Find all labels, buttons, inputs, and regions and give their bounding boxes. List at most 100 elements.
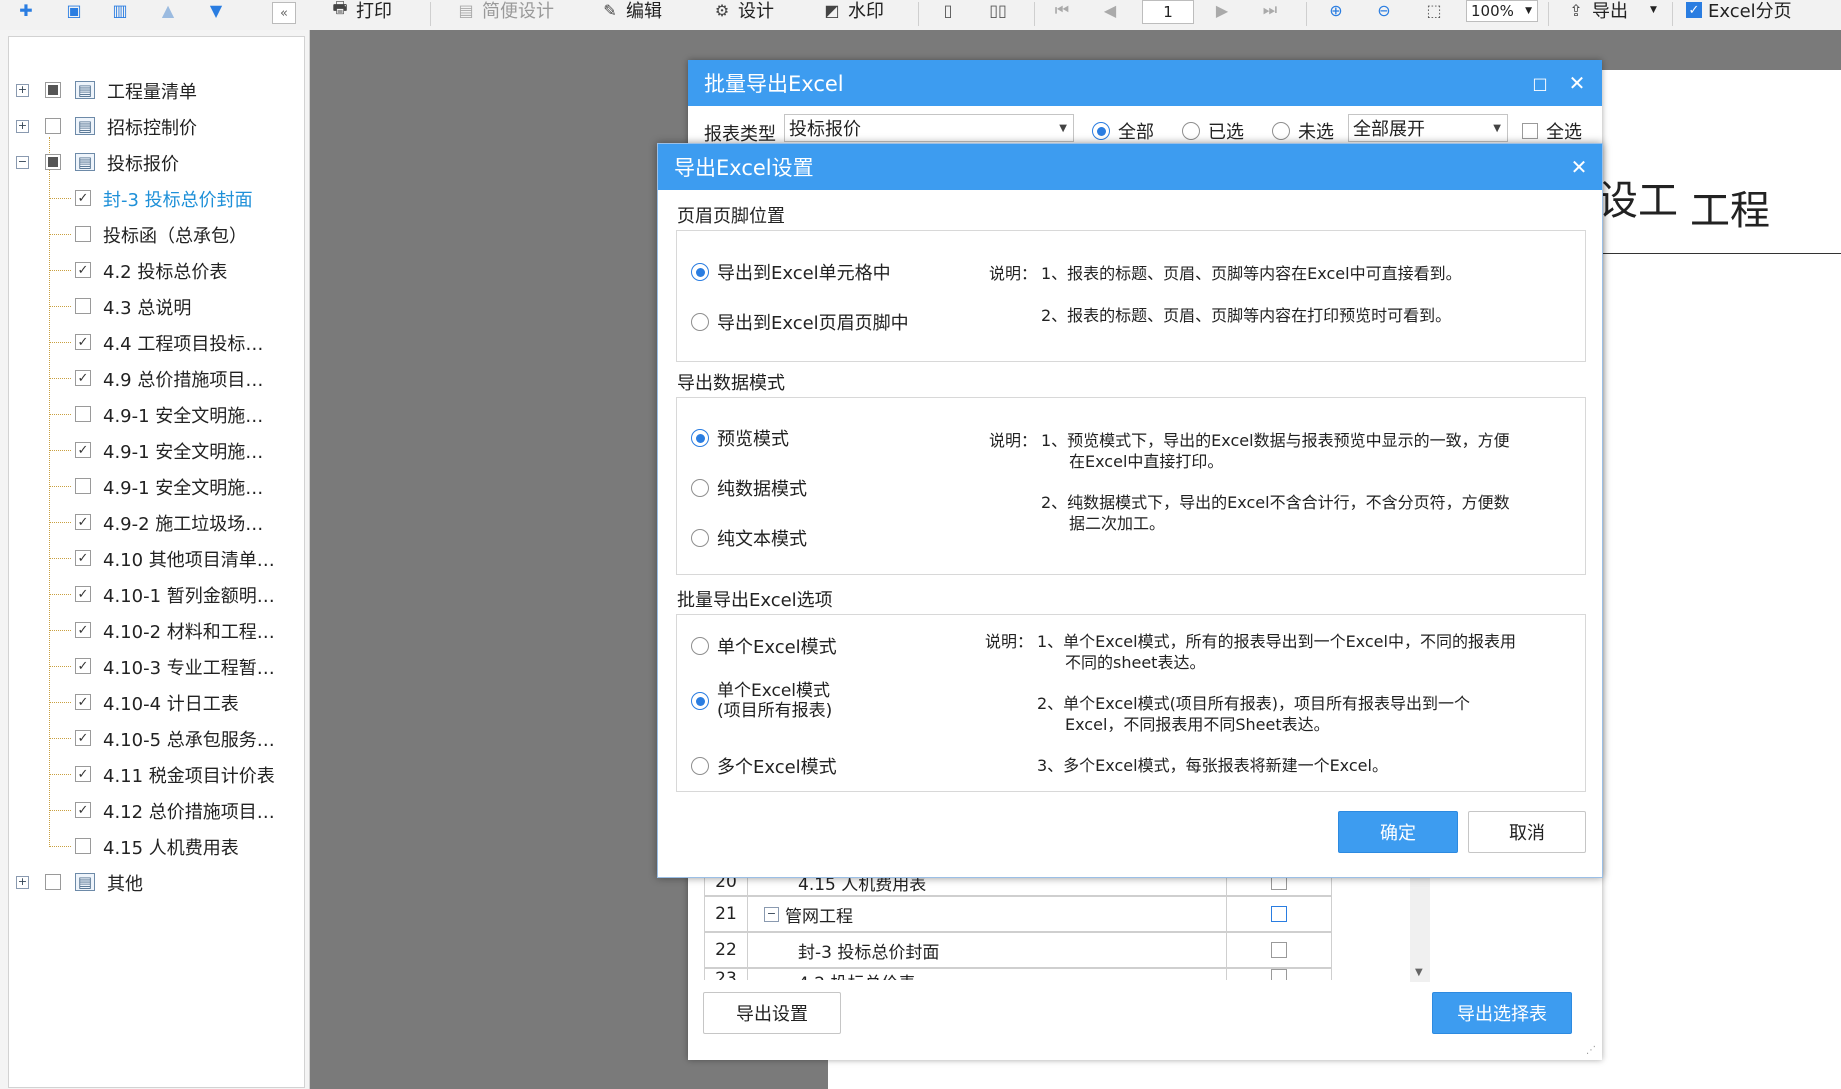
tree-checkbox[interactable] [75,478,91,494]
pure-text-mode-radio[interactable]: 纯文本模式 [691,525,807,551]
tree-checkbox[interactable]: ✓ [75,442,91,458]
expand-icon[interactable]: + [16,876,29,889]
print-button[interactable]: 🖶 打印 [330,0,392,22]
fit-page-icon[interactable]: ⬚ [1424,1,1444,20]
two-page-icon[interactable]: ▯▯ [988,1,1008,20]
tree-connector [49,594,71,595]
export-selected-button[interactable]: 导出选择表 [1432,992,1572,1034]
report-folder-icon: ▤ [75,153,95,171]
expand-level-select[interactable]: 全部展开 ▼ [1348,114,1508,142]
row-checkbox-cell[interactable] [1226,896,1332,932]
zoom-in-icon[interactable]: ⊕ [1326,1,1346,20]
move-down-icon[interactable]: ▼ [206,1,226,20]
tree-checkbox[interactable]: ✓ [75,586,91,602]
tree-checkbox[interactable] [75,838,91,854]
tree-checkbox[interactable]: ✓ [75,622,91,638]
tree-checkbox[interactable]: ✓ [75,190,91,206]
close-icon[interactable]: ✕ [1564,144,1594,190]
header-footer-to-excel-header-radio[interactable]: 导出到Excel页眉页脚中 [691,309,909,335]
multiple-excel-mode-radio[interactable]: 多个Excel模式 [691,753,837,779]
maximize-icon[interactable]: □ [1528,60,1552,106]
tree-checkbox[interactable]: ✓ [75,262,91,278]
note-text: 据二次加工。 [1069,514,1166,533]
tree-checkbox[interactable]: ✓ [75,694,91,710]
tree-connector [49,702,71,703]
radio-checked-icon [691,263,709,281]
row-checkbox-cell[interactable] [1226,968,1332,980]
export-settings-label: 导出设置 [736,1004,808,1025]
single-excel-mode-radio[interactable]: 单个Excel模式 [691,633,837,659]
report-type-select[interactable]: 投标报价 ▼ [784,114,1074,142]
tree-checkbox[interactable]: ✓ [75,334,91,350]
select-all-checkbox[interactable]: 全选 [1522,118,1582,144]
export-settings-button[interactable]: 导出设置 [703,992,841,1034]
tree-connector [49,378,71,379]
pure-data-mode-radio[interactable]: 纯数据模式 [691,475,807,501]
resize-grip-icon[interactable]: ⋰ [1586,1045,1596,1056]
expand-icon[interactable]: + [16,120,29,133]
zoom-out-icon[interactable]: ⊖ [1374,1,1394,20]
tree-item-label: 4.9-2 施工垃圾场… [103,514,264,535]
chevron-down-icon: ▼ [1059,123,1067,134]
tree-item-label: 投标函（总承包） [103,226,247,247]
tree-checkbox[interactable] [45,154,61,170]
delete-icon[interactable]: ▥ [110,1,130,20]
collapse-icon[interactable]: − [764,906,779,922]
tree-checkbox[interactable] [45,82,61,98]
edit-button[interactable]: ✎ 编辑 [600,0,662,23]
scroll-down-icon[interactable]: ▼ [1415,967,1423,978]
ok-button[interactable]: 确定 [1338,811,1458,853]
preview-mode-radio[interactable]: 预览模式 [691,425,789,451]
data-mode-section: 预览模式 纯数据模式 纯文本模式 说明： 1、预览模式下，导出的Excel数据与… [676,397,1586,575]
tree-checkbox[interactable] [75,226,91,242]
table-row[interactable]: 4.2 投标总价表 [747,968,1227,980]
prev-page-icon[interactable]: ◀ [1100,1,1120,20]
watermark-button[interactable]: ◩ 水印 [822,0,884,23]
tree-checkbox[interactable] [45,874,61,890]
tree-connector [49,234,71,235]
tree-checkbox[interactable] [45,118,61,134]
table-row-clipped: 23 4.2 投标总价表 [704,968,1332,980]
cancel-button[interactable]: 取消 [1468,811,1586,853]
first-page-icon[interactable]: ⏮ [1052,0,1072,19]
tree-checkbox[interactable]: ✓ [75,514,91,530]
tree-checkbox[interactable]: ✓ [75,370,91,386]
single-page-icon[interactable]: ▯ [938,1,958,20]
expand-icon[interactable]: + [16,84,29,97]
report-folder-icon: ▤ [75,117,95,135]
tree-checkbox[interactable]: ✓ [75,658,91,674]
radio-checked-icon [691,429,709,447]
page-number-input[interactable]: 1 [1142,0,1194,24]
excel-paging-checkbox[interactable]: ✓ Excel分页 [1686,0,1792,22]
row-checkbox-cell[interactable] [1226,932,1332,968]
tree-connector [49,558,71,559]
add-report-icon[interactable]: ✚ [16,1,36,20]
tree-checkbox[interactable]: ✓ [75,730,91,746]
checkbox-icon [1271,942,1287,958]
tree-checkbox[interactable]: ✓ [75,766,91,782]
table-row[interactable]: 封-3 投标总价封面 [747,932,1227,968]
single-excel-all-reports-radio[interactable]: 单个Excel模式 (项目所有报表) [691,681,832,721]
tree-checkbox[interactable]: ✓ [75,802,91,818]
simple-design-button[interactable]: ▤ 简便设计 [456,0,554,23]
filter-all-radio[interactable]: 全部 [1092,118,1154,144]
export-button[interactable]: ⇪ 导出 ▼ [1566,0,1657,23]
tree-checkbox[interactable] [75,406,91,422]
filter-selected-radio[interactable]: 已选 [1182,118,1244,144]
close-icon[interactable]: ✕ [1562,60,1592,106]
tree-checkbox[interactable]: ✓ [75,550,91,566]
last-page-icon[interactable]: ⏭ [1260,0,1280,19]
next-page-icon[interactable]: ▶ [1212,1,1232,20]
collapse-icon[interactable]: − [16,156,29,169]
header-footer-to-cells-radio[interactable]: 导出到Excel单元格中 [691,259,891,285]
filter-unselected-radio[interactable]: 未选 [1272,118,1334,144]
option-label: 单个Excel模式 (项目所有报表) [717,681,833,721]
add-folder-icon[interactable]: ▣ [64,1,84,20]
move-up-icon[interactable]: ▲ [158,1,178,20]
table-row[interactable]: − 管网工程 [747,896,1227,932]
collapse-panel-icon[interactable]: « [272,2,296,24]
tree-checkbox[interactable] [75,298,91,314]
zoom-select[interactable]: 100% ▼ [1466,0,1538,22]
page-number-value: 1 [1163,3,1173,21]
design-button[interactable]: ⚙ 设计 [712,0,774,23]
